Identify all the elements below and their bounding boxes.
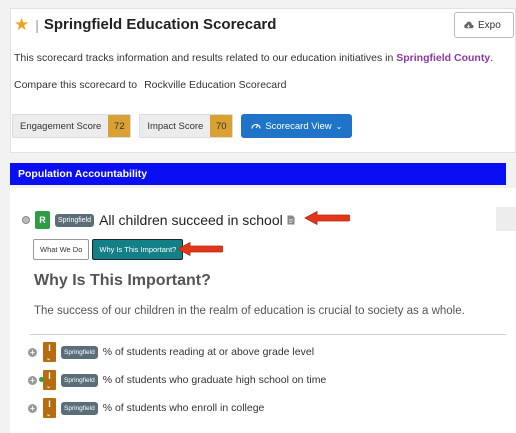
why-important-heading: Why Is This Important? — [34, 272, 211, 289]
score-row: Engagement Score 72 Impact Score 70 Scor… — [12, 114, 353, 138]
indicator-badge-label: I — [48, 343, 51, 353]
red-arrow-annotation-tab — [177, 241, 223, 257]
impact-score-value: 70 — [210, 115, 233, 137]
scorecard-description: This scorecard tracks information and re… — [14, 52, 493, 64]
compare-row: Compare this scorecard to Rockville Educ… — [14, 79, 286, 91]
measure-row: + I ⌄ Springfield % of students who gradu… — [28, 370, 326, 390]
engagement-score[interactable]: Engagement Score 72 — [12, 114, 132, 138]
description-period: . — [490, 52, 494, 64]
section-title: Population Accountability — [18, 168, 148, 180]
why-important-text: The success of our children in the realm… — [34, 305, 465, 317]
location-badge: Springfield — [61, 345, 98, 359]
export-button-label: Expo — [478, 19, 501, 31]
chevron-down-icon: ⌄ — [335, 121, 343, 131]
expand-icon[interactable]: + — [28, 375, 37, 385]
compare-label: Compare this scorecard to — [14, 79, 138, 91]
location-badge: Springfield — [61, 373, 98, 387]
indicator-badge-label: I — [48, 371, 51, 381]
gauge-icon — [251, 123, 261, 129]
indicator-badge[interactable]: I ⌄ — [43, 398, 56, 418]
title-separator: | — [35, 16, 39, 33]
location-badge: Springfield — [55, 213, 95, 227]
chevron-down-icon: ⌄ — [46, 412, 52, 418]
measure-title[interactable]: % of students reading at or above grade … — [103, 346, 314, 358]
chevron-down-icon: ⌄ — [46, 356, 52, 362]
objective-title[interactable]: All children succeed in school — [99, 212, 283, 228]
section-header-bar: Population Accountability — [10, 163, 506, 185]
status-dot — [39, 377, 44, 382]
indicator-badge[interactable]: I ⌄ — [39, 370, 56, 390]
scorecard-title-row: ★ | Springfield Education Scorecard — [14, 16, 276, 33]
tab-what-we-do[interactable]: What We Do — [33, 239, 90, 260]
cloud-download-icon — [464, 21, 474, 28]
county-link[interactable]: Springfield County — [396, 52, 490, 64]
scorecard-view-label: Scorecard View — [265, 120, 332, 132]
tab-why-important[interactable]: Why Is This Important? — [92, 239, 184, 260]
indicator-badge-label: I — [48, 399, 51, 409]
measure-row: + I ⌄ Springfield % of students who enrol… — [28, 398, 264, 418]
red-arrow-annotation-title — [304, 210, 350, 226]
chevron-down-icon: ⌄ — [46, 384, 52, 390]
impact-score-label: Impact Score — [147, 120, 204, 132]
compare-scorecard-link[interactable]: Rockville Education Scorecard — [144, 79, 286, 91]
scorecard-view-button[interactable]: Scorecard View ⌄ — [241, 114, 353, 138]
measure-title[interactable]: % of students who graduate high school o… — [103, 374, 327, 386]
measure-row: + I ⌄ Springfield % of students reading a… — [28, 342, 314, 362]
expand-icon[interactable]: + — [28, 347, 37, 357]
star-icon[interactable]: ★ — [14, 16, 29, 33]
divider — [30, 334, 506, 335]
objective-row: R Springfield All children succeed in sc… — [22, 211, 295, 229]
expand-icon[interactable]: + — [28, 403, 37, 413]
measure-title[interactable]: % of students who enroll in college — [103, 402, 265, 414]
status-badge[interactable]: R — [35, 211, 50, 229]
page-title: Springfield Education Scorecard — [43, 16, 277, 33]
impact-score[interactable]: Impact Score 70 — [139, 114, 234, 138]
engagement-score-value: 72 — [108, 115, 131, 137]
engagement-score-label: Engagement Score — [20, 120, 102, 132]
indicator-badge[interactable]: I ⌄ — [43, 342, 56, 362]
location-badge: Springfield — [61, 401, 98, 415]
objective-tabs: What We Do Why Is This Important? — [33, 239, 184, 260]
description-text: This scorecard tracks information and re… — [14, 52, 397, 64]
export-button[interactable]: Expo — [454, 12, 514, 38]
right-side-panel-edge — [496, 207, 516, 231]
collapse-icon[interactable] — [22, 216, 30, 224]
document-icon[interactable] — [287, 215, 295, 225]
